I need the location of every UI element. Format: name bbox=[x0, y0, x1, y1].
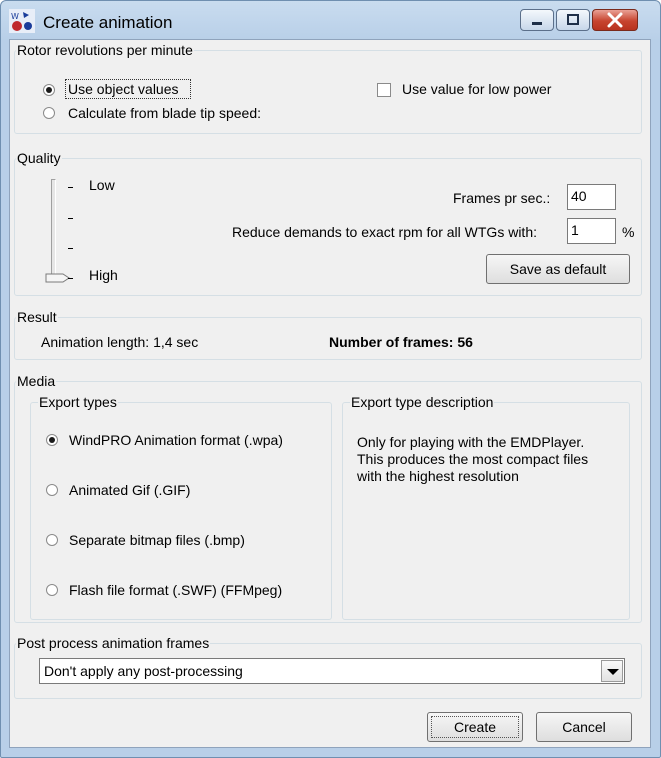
windpro-app-icon: W bbox=[9, 9, 35, 33]
description-line: Only for playing with the EMDPlayer. bbox=[357, 434, 585, 450]
radio-selected-dot bbox=[49, 437, 55, 443]
minimize-button[interactable] bbox=[520, 9, 554, 31]
result-group: Result Animation length: 1,4 sec Number … bbox=[14, 309, 642, 360]
create-button[interactable]: Create bbox=[427, 712, 523, 742]
quality-legend: Quality bbox=[16, 150, 62, 166]
export-types-legend: Export types bbox=[38, 394, 118, 410]
export-types-group: Export types WindPRO Animation format (.… bbox=[30, 394, 332, 620]
slider-tick bbox=[68, 187, 73, 188]
slider-tick bbox=[68, 218, 73, 219]
export-gif-radio[interactable] bbox=[46, 484, 58, 496]
export-swf-label[interactable]: Flash file format (.SWF) (FFMpeg) bbox=[69, 582, 282, 598]
post-process-legend: Post process animation frames bbox=[16, 635, 211, 651]
save-as-default-button[interactable]: Save as default bbox=[486, 254, 630, 284]
reduce-demands-input[interactable]: 1 bbox=[567, 218, 616, 244]
slider-low-label: Low bbox=[89, 177, 115, 193]
slider-tick bbox=[68, 248, 73, 249]
export-gif-label[interactable]: Animated Gif (.GIF) bbox=[69, 482, 190, 498]
close-button[interactable] bbox=[592, 9, 638, 31]
radio-selected-dot bbox=[46, 87, 52, 93]
rotor-rpm-legend: Rotor revolutions per minute bbox=[16, 42, 194, 58]
result-legend: Result bbox=[16, 309, 58, 325]
low-power-label[interactable]: Use value for low power bbox=[402, 81, 551, 97]
use-object-values-label[interactable]: Use object values bbox=[68, 81, 179, 97]
use-object-values-radio[interactable] bbox=[43, 84, 55, 96]
calculate-blade-tip-radio[interactable] bbox=[43, 107, 55, 119]
cancel-button[interactable]: Cancel bbox=[536, 712, 632, 742]
frames-per-sec-label: Frames pr sec.: bbox=[453, 190, 551, 206]
export-wpa-label[interactable]: WindPRO Animation format (.wpa) bbox=[69, 432, 283, 448]
description-line: with the highest resolution bbox=[357, 468, 519, 484]
frames-per-sec-input[interactable]: 40 bbox=[567, 184, 616, 210]
slider-high-label: High bbox=[89, 267, 118, 283]
low-power-checkbox[interactable] bbox=[377, 83, 391, 97]
export-wpa-radio[interactable] bbox=[46, 434, 58, 446]
minimize-icon bbox=[532, 22, 542, 25]
export-description-group: Export type description Only for playing… bbox=[342, 394, 630, 620]
export-description-legend: Export type description bbox=[350, 394, 495, 410]
maximize-button[interactable] bbox=[556, 9, 590, 31]
maximize-icon bbox=[567, 14, 579, 25]
number-of-frames-text: Number of frames: 56 bbox=[329, 334, 473, 350]
export-bmp-radio[interactable] bbox=[46, 534, 58, 546]
reduce-demands-label: Reduce demands to exact rpm for all WTGs… bbox=[232, 224, 537, 240]
svg-text:W: W bbox=[11, 12, 19, 21]
description-line: This produces the most compact files bbox=[357, 451, 589, 467]
close-icon bbox=[607, 12, 623, 28]
focus-ring bbox=[431, 716, 519, 738]
post-process-group: Post process animation frames Don't appl… bbox=[14, 635, 642, 699]
reduce-percent-unit: % bbox=[622, 224, 635, 240]
export-swf-radio[interactable] bbox=[46, 584, 58, 596]
chevron-down-icon[interactable] bbox=[601, 660, 623, 682]
slider-track bbox=[51, 179, 56, 280]
slider-tick bbox=[68, 278, 73, 279]
calculate-blade-tip-label[interactable]: Calculate from blade tip speed: bbox=[68, 105, 261, 121]
quality-group: Quality Low High Frames pr sec.: 40 Redu… bbox=[14, 150, 642, 296]
media-legend: Media bbox=[16, 373, 57, 389]
create-animation-window: W Create animation Rotor revolutions per… bbox=[0, 0, 661, 758]
media-group: Media Export types WindPRO Animation for… bbox=[14, 373, 642, 623]
rotor-rpm-group: Rotor revolutions per minute Use object … bbox=[14, 42, 642, 134]
dialog-client-area: Rotor revolutions per minute Use object … bbox=[9, 39, 651, 748]
export-bmp-label[interactable]: Separate bitmap files (.bmp) bbox=[69, 532, 245, 548]
window-title: Create animation bbox=[43, 13, 173, 32]
post-process-select[interactable]: Don't apply any post-processing bbox=[39, 658, 625, 684]
quality-slider[interactable] bbox=[45, 177, 73, 287]
animation-length-text: Animation length: 1,4 sec bbox=[41, 334, 199, 350]
post-process-selected-value: Don't apply any post-processing bbox=[44, 663, 243, 679]
title-bar[interactable]: W Create animation bbox=[1, 1, 660, 39]
